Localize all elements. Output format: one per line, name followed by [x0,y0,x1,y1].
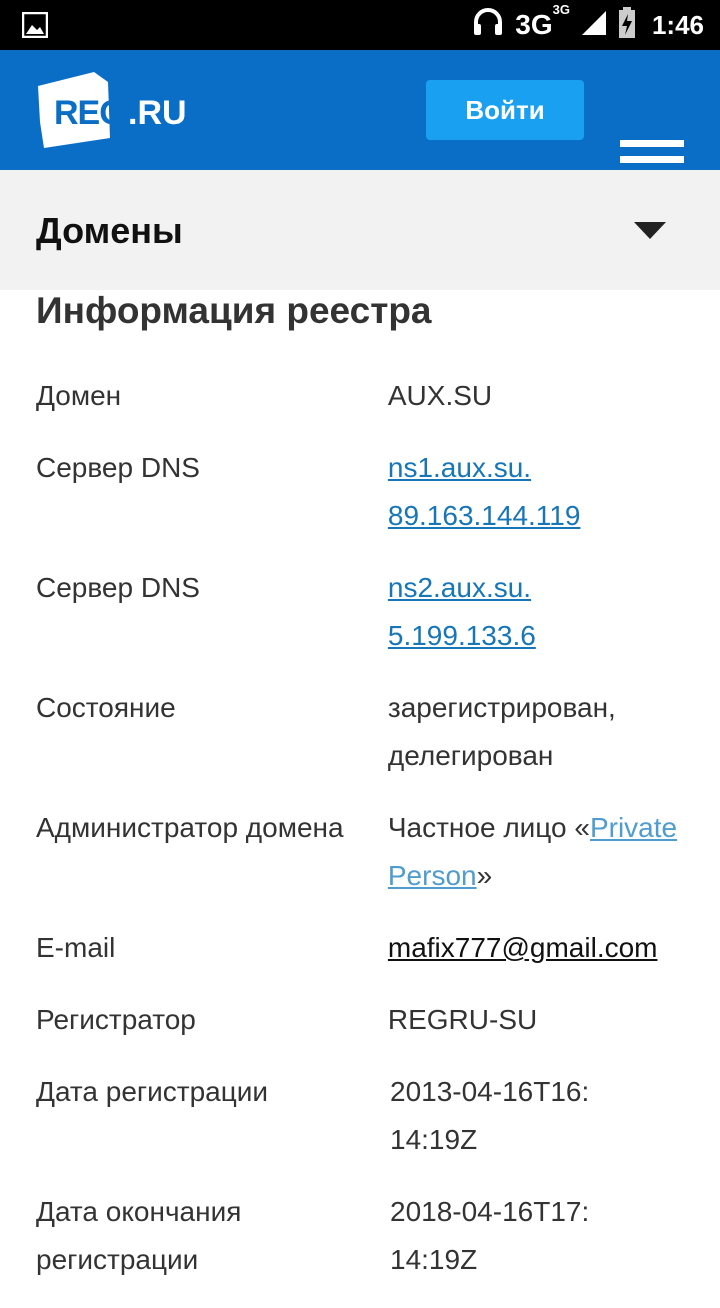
row-value: REGRU-SU [387,1004,538,1035]
network-type: 3G3G [515,1,570,40]
dns-host-link[interactable]: ns2.aux.su. [388,564,696,612]
email-link[interactable]: mafix777@gmail.com [388,932,658,963]
domains-section-toggle[interactable]: Домены [0,170,720,290]
signal-icon [580,9,608,42]
headset-icon [471,6,505,45]
row-domain: Домен AUX.SU [36,372,696,420]
battery-charging-icon [618,6,636,44]
dns-ip-link[interactable]: 5.199.133.6 [388,612,696,660]
row-label: Администратор домена [36,812,344,843]
logo-text: REG [54,94,126,132]
site-header: REG .RU Войти [0,50,720,179]
image-icon [21,11,49,43]
row-expiry-date: Дата окончания регистрации 2018-04-16T17… [36,1188,696,1284]
status-bar: 3G3G 1:46 [0,0,720,50]
row-value: 2013-04-16T16:14:19Z [390,1076,590,1155]
row-email: E-mail mafix777@gmail.com [36,924,696,972]
row-label: Сервер DNS [36,452,200,483]
row-label: Сервер DNS [36,572,200,603]
row-admin: Администратор домена Частное лицо «Priva… [36,804,696,900]
row-label: E-mail [36,932,116,963]
row-dns-2: Сервер DNS ns2.aux.su. 5.199.133.6 [36,564,696,660]
section-title: Домены [36,210,183,251]
info-title: Информация реестра [36,290,432,331]
dns-host-link[interactable]: ns1.aux.su. [388,444,696,492]
row-reg-date: Дата регистрации 2013-04-16T16:14:19Z [36,1068,696,1164]
row-value: AUX.SU [387,380,493,411]
row-status: Состояние зарегистрирован, делегирован [36,684,696,780]
row-label: Состояние [36,692,176,723]
row-label: Домен [36,380,122,411]
admin-suffix: » [476,860,493,891]
row-label: Дата регистрации [36,1076,269,1107]
row-value: 2018-04-16T17:14:19Z [390,1196,590,1275]
admin-prefix: Частное лицо « [387,812,590,843]
registry-info-list: Домен AUX.SU Сервер DNS ns1.aux.su. 89.1… [36,372,696,1308]
row-label: Дата окончания регистрации [36,1196,242,1275]
row-label: Регистратор [36,1004,196,1035]
chevron-down-icon [634,222,666,245]
login-button[interactable]: Войти [426,80,584,140]
row-value: зарегистрирован, делегирован [387,692,616,771]
row-registrar: Регистратор REGRU-SU [36,996,696,1044]
clock: 1:46 [651,9,704,40]
logo-suffix: .RU [128,94,187,132]
dns-ip-link[interactable]: 89.163.144.119 [388,492,696,540]
row-dns-1: Сервер DNS ns1.aux.su. 89.163.144.119 [36,444,696,540]
